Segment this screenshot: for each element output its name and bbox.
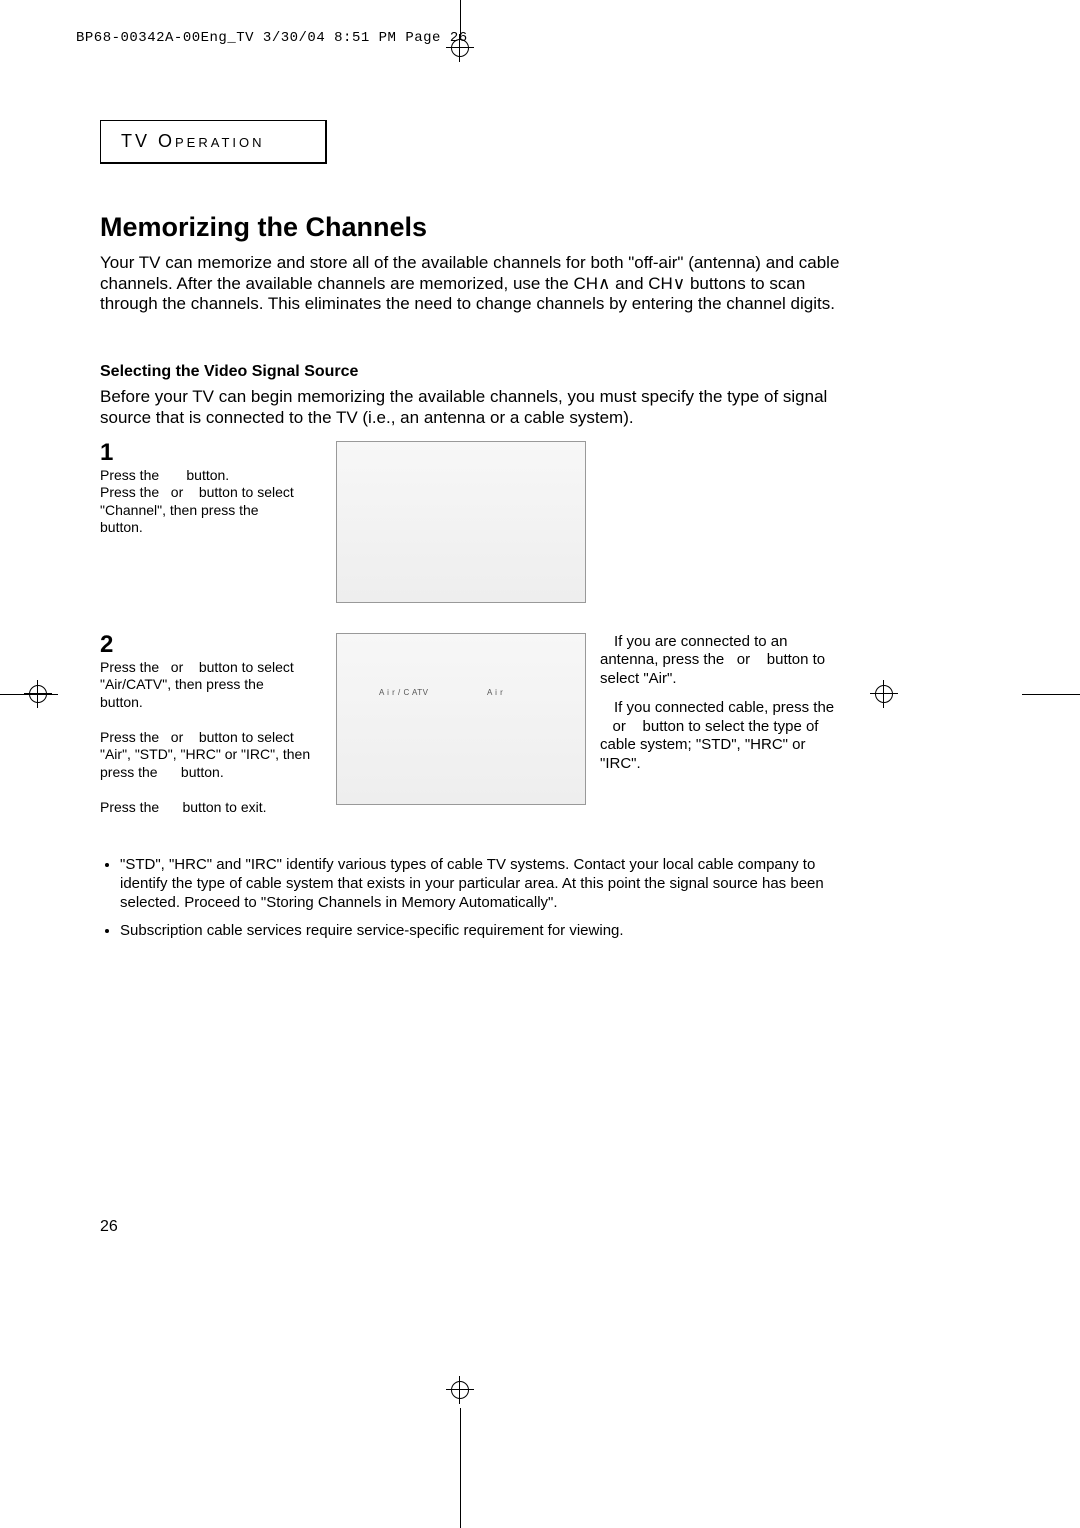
step-number: 2 [100,633,322,657]
side-note-p1: If you are connected to an antenna, pres… [600,633,840,689]
content-area: TV Operation Memorizing the Channels You… [100,120,860,951]
page-number: 26 [100,1218,118,1236]
notes-list: "STD", "HRC" and "IRC" identify various … [100,856,860,941]
subheading-paragraph: Before your TV can begin memorizing the … [100,387,860,428]
steps-container: 1 Press the button. Press the or button … [100,441,860,817]
step-row-2: 2 Press the or button to select "Air/CAT… [100,633,860,817]
note-item: "STD", "HRC" and "IRC" identify various … [120,856,860,912]
registration-mark [24,680,52,708]
osd-label-right: A i r [487,688,503,697]
step-text: Press the or button to select "Air/CATV"… [100,659,322,817]
intro-paragraph: Your TV can memorize and store all of th… [100,253,860,315]
step-text-block: 2 Press the or button to select "Air/CAT… [100,633,322,817]
crop-line [1022,694,1080,695]
page-title: Memorizing the Channels [100,212,860,243]
crop-line [460,1408,461,1528]
subheading: Selecting the Video Signal Source [100,363,860,381]
step-text-block: 1 Press the button. Press the or button … [100,441,322,537]
header-stamp: BP68-00342A-00Eng_TV 3/30/04 8:51 PM Pag… [76,30,468,46]
section-label: TV Operation [121,131,265,151]
page: BP68-00342A-00Eng_TV 3/30/04 8:51 PM Pag… [0,0,1080,1528]
screenshot-placeholder [336,441,586,603]
screenshot-placeholder: A i r / C ATV A i r [336,633,586,805]
step-text: Press the button. Press the or button to… [100,467,322,537]
side-note-p2: If you connected cable, press the or but… [600,699,840,774]
side-note: If you are connected to an antenna, pres… [600,633,840,784]
osd-label-left: A i r / C ATV [379,688,428,697]
registration-mark [446,1376,474,1404]
registration-mark [870,680,898,708]
note-item: Subscription cable services require serv… [120,922,860,941]
step-number: 1 [100,441,322,465]
step-row-1: 1 Press the button. Press the or button … [100,441,860,603]
section-label-box: TV Operation [100,120,327,164]
